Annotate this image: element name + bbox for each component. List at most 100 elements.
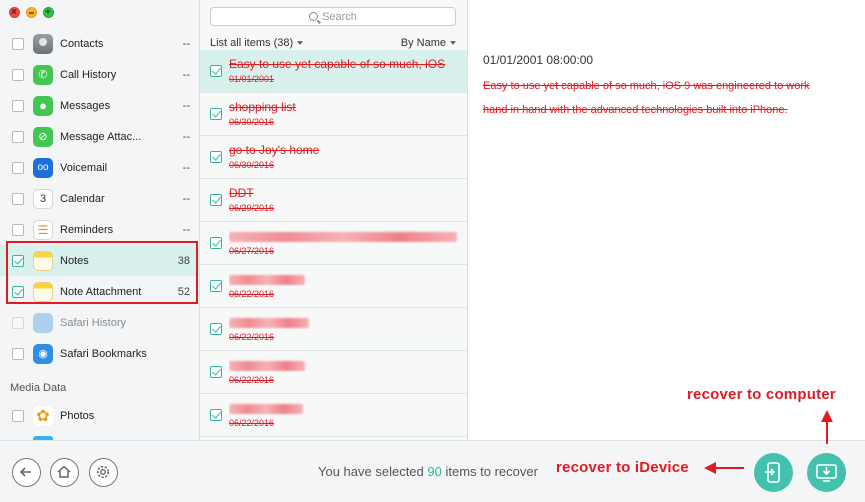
selected-count: 90 bbox=[427, 464, 442, 479]
list-item[interactable]: 06/27/2016 bbox=[200, 222, 467, 265]
sidebar-item-notes[interactable]: Notes 38 bbox=[0, 245, 199, 276]
checkbox[interactable] bbox=[12, 347, 24, 360]
checkbox[interactable] bbox=[12, 254, 24, 267]
list-item[interactable]: 06/22/2016 bbox=[200, 394, 467, 437]
sidebar-item-count: -- bbox=[182, 130, 190, 143]
chevron-down-icon bbox=[450, 41, 456, 46]
list-item[interactable]: Easy to use yet capable of so much, iOS … bbox=[200, 50, 467, 93]
sidebar-item-label: Photos bbox=[60, 409, 95, 422]
message-attachment-icon: ⊘ bbox=[33, 126, 53, 147]
maximize-window-button[interactable] bbox=[43, 7, 54, 18]
contacts-icon bbox=[33, 33, 53, 54]
notes-icon bbox=[33, 250, 53, 271]
sidebar-item-message-attachments[interactable]: ⊘ Message Attac... -- bbox=[0, 121, 199, 152]
checkbox[interactable] bbox=[210, 65, 222, 77]
checkbox[interactable] bbox=[210, 151, 222, 163]
checkbox[interactable] bbox=[12, 130, 24, 143]
checkbox[interactable] bbox=[210, 194, 222, 206]
note-date: 06/22/2016 bbox=[229, 289, 275, 299]
recover-to-device-button[interactable] bbox=[754, 453, 793, 492]
sidebar-item-count: -- bbox=[182, 37, 190, 50]
sidebar-item-label: Calendar bbox=[60, 192, 105, 205]
checkbox[interactable] bbox=[210, 237, 222, 249]
settings-button[interactable] bbox=[89, 458, 118, 487]
close-window-button[interactable] bbox=[9, 7, 20, 18]
sidebar-item-count: -- bbox=[182, 68, 190, 81]
sidebar-item-label: Safari Bookmarks bbox=[60, 347, 147, 360]
list-item[interactable]: DDT 06/29/2016 bbox=[200, 179, 467, 222]
sidebar-item-label: Notes bbox=[60, 254, 89, 267]
note-date: 06/22/2016 bbox=[229, 375, 275, 385]
list-all-items-dropdown[interactable]: List all items (38) bbox=[210, 37, 304, 49]
sidebar-item-count: -- bbox=[182, 161, 190, 174]
list-item[interactable]: go to Joy's home 06/30/2016 bbox=[200, 136, 467, 179]
note-date: 06/30/2016 bbox=[229, 160, 275, 170]
note-title-redacted bbox=[229, 358, 461, 372]
calendar-icon: 3 bbox=[33, 188, 53, 209]
checkbox[interactable] bbox=[210, 323, 222, 335]
sidebar-item-call-history[interactable]: ✆ Call History -- bbox=[0, 59, 199, 90]
detail-pane: 01/01/2001 08:00:00 Easy to use yet capa… bbox=[469, 0, 865, 440]
search-input[interactable]: Search bbox=[210, 7, 456, 26]
arrow-up-icon bbox=[821, 410, 833, 422]
checkbox[interactable] bbox=[210, 409, 222, 421]
sort-by-dropdown[interactable]: By Name bbox=[401, 37, 456, 49]
checkbox[interactable] bbox=[12, 316, 24, 329]
arrow-left-icon bbox=[704, 462, 716, 474]
minimize-window-button[interactable] bbox=[26, 7, 37, 18]
checkbox[interactable] bbox=[12, 285, 24, 298]
list-item[interactable]: shopping list 06/30/2016 bbox=[200, 93, 467, 136]
home-button[interactable] bbox=[50, 458, 79, 487]
annotation-recover-to-computer: recover to computer bbox=[687, 386, 836, 403]
chevron-down-icon bbox=[297, 41, 304, 46]
sidebar-item-label: Call History bbox=[60, 68, 117, 81]
list-item[interactable]: 06/22/2016 bbox=[200, 308, 467, 351]
checkbox[interactable] bbox=[210, 366, 222, 378]
sidebar-item-calendar[interactable]: 3 Calendar -- bbox=[0, 183, 199, 214]
note-title-redacted bbox=[229, 272, 461, 286]
sidebar-item-safari-history[interactable]: Safari History bbox=[0, 307, 199, 338]
sidebar-item-label: Message Attac... bbox=[60, 130, 142, 143]
back-arrow-icon bbox=[19, 467, 31, 477]
checkbox[interactable] bbox=[12, 192, 24, 205]
recover-to-computer-button[interactable] bbox=[807, 453, 846, 492]
note-title-redacted bbox=[229, 315, 461, 329]
sidebar-item-count: 52 bbox=[177, 285, 190, 298]
checkbox[interactable] bbox=[12, 68, 24, 81]
sidebar-item-photos[interactable]: ✿ Photos bbox=[0, 400, 199, 431]
messages-icon: ● bbox=[33, 95, 53, 116]
selection-status: You have selected 90 items to recover bbox=[318, 464, 538, 479]
sidebar-item-contacts[interactable]: Contacts -- bbox=[0, 28, 199, 59]
sidebar-item-count: -- bbox=[182, 192, 190, 205]
checkbox[interactable] bbox=[12, 37, 24, 50]
item-list-panel: Search List all items (38) By Name Easy … bbox=[200, 0, 468, 440]
sidebar-item-label: Voicemail bbox=[60, 161, 108, 174]
list-item[interactable]: 06/22/2016 bbox=[200, 351, 467, 394]
list-item[interactable]: 06/22/2016 bbox=[200, 265, 467, 308]
sidebar-item-count: -- bbox=[182, 99, 190, 112]
sidebar-item-voicemail[interactable]: oo Voicemail -- bbox=[0, 152, 199, 183]
sidebar-item-count: 38 bbox=[177, 254, 190, 267]
computer-download-icon bbox=[816, 464, 837, 482]
note-title-redacted bbox=[229, 401, 461, 415]
search-placeholder: Search bbox=[322, 10, 357, 23]
back-button[interactable] bbox=[12, 458, 41, 487]
sidebar-item-note-attachment[interactable]: Note Attachment 52 bbox=[0, 276, 199, 307]
reminders-icon: ☰ bbox=[33, 219, 53, 240]
search-icon bbox=[309, 12, 319, 21]
gear-icon bbox=[96, 465, 110, 479]
checkbox[interactable] bbox=[210, 108, 222, 120]
checkbox[interactable] bbox=[210, 280, 222, 292]
sidebar-item-safari-bookmarks[interactable]: ◉ Safari Bookmarks bbox=[0, 338, 199, 369]
window-controls bbox=[9, 7, 54, 18]
note-title: Easy to use yet capable of so much, iOS bbox=[229, 57, 446, 71]
checkbox[interactable] bbox=[12, 223, 24, 236]
sidebar-item-reminders[interactable]: ☰ Reminders -- bbox=[0, 214, 199, 245]
note-title: shopping list bbox=[229, 100, 296, 114]
note-detail-body: Easy to use yet capable of so much, iOS … bbox=[483, 80, 810, 116]
checkbox[interactable] bbox=[12, 99, 24, 112]
checkbox[interactable] bbox=[12, 161, 24, 174]
sidebar-item-messages[interactable]: ● Messages -- bbox=[0, 90, 199, 121]
bottom-toolbar: You have selected 90 items to recover re… bbox=[0, 440, 865, 502]
checkbox[interactable] bbox=[12, 409, 24, 422]
